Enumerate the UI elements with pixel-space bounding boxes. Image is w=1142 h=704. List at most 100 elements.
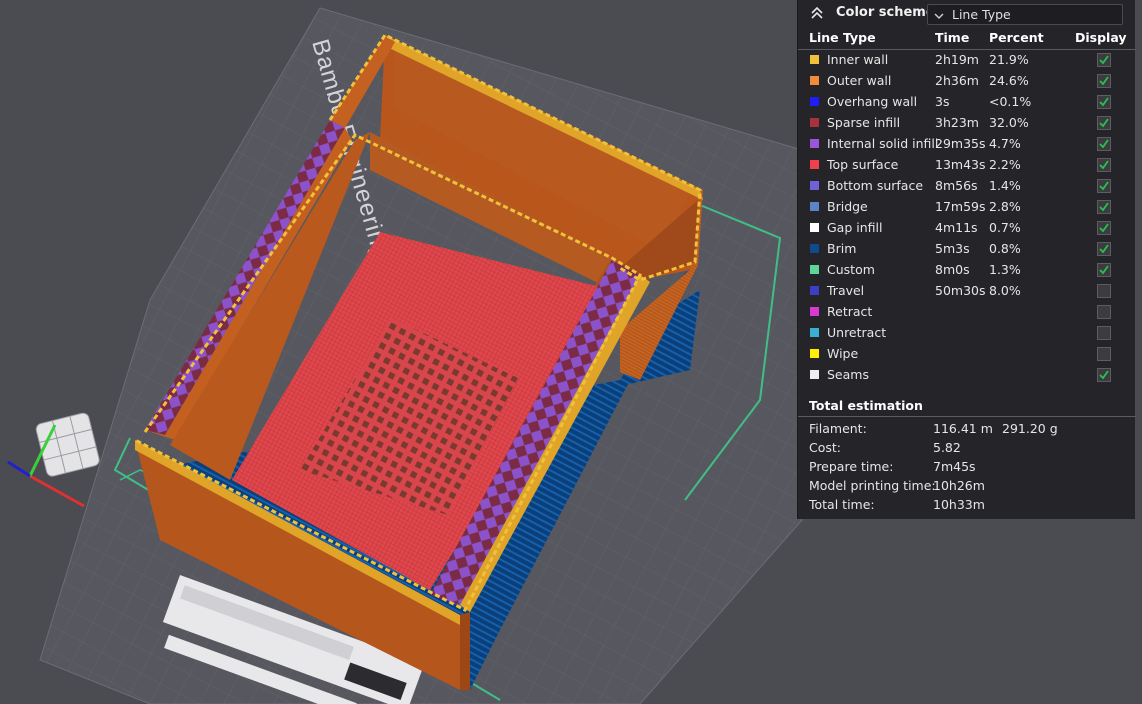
check-icon: [1099, 139, 1109, 149]
estimation-value: 7m45s: [933, 459, 976, 474]
check-icon: [1099, 265, 1109, 275]
divider: [798, 416, 1136, 417]
display-checkbox[interactable]: [1097, 305, 1111, 319]
col-line-type: Line Type: [809, 30, 876, 45]
color-swatch: [810, 370, 819, 379]
display-checkbox[interactable]: [1097, 368, 1111, 382]
display-checkbox[interactable]: [1097, 137, 1111, 151]
line-type-percent: 0.8%: [989, 241, 1021, 256]
color-swatch: [810, 349, 819, 358]
display-checkbox[interactable]: [1097, 53, 1111, 67]
estimation-row: Prepare time: 7m45s: [798, 459, 1136, 478]
line-type-percent: 2.8%: [989, 199, 1021, 214]
line-type-time: 8m0s: [935, 262, 970, 277]
estimation-row: Filament: 116.41 m 291.20 g: [798, 421, 1136, 440]
line-type-name: Inner wall: [827, 52, 889, 67]
collapse-icon[interactable]: [810, 6, 824, 20]
line-type-percent: 21.9%: [989, 52, 1029, 67]
legend-row: Custom 8m0s 1.3%: [798, 260, 1136, 281]
check-icon: [1099, 97, 1109, 107]
line-type-name: Top surface: [827, 157, 899, 172]
line-type-percent: 0.7%: [989, 220, 1021, 235]
line-type-time: 2h19m: [935, 52, 979, 67]
col-percent: Percent: [989, 30, 1044, 45]
line-type-name: Travel: [827, 283, 865, 298]
legend-row: Unretract: [798, 323, 1136, 344]
line-type-percent: 32.0%: [989, 115, 1029, 130]
color-swatch: [810, 202, 819, 211]
line-type-time: 13m43s: [935, 157, 986, 172]
legend-row: Bottom surface 8m56s 1.4%: [798, 176, 1136, 197]
legend-row: Internal solid infill 29m35s 4.7%: [798, 134, 1136, 155]
display-checkbox[interactable]: [1097, 158, 1111, 172]
check-icon: [1099, 118, 1109, 128]
line-type-name: Overhang wall: [827, 94, 918, 109]
display-checkbox[interactable]: [1097, 284, 1111, 298]
check-icon: [1099, 55, 1109, 65]
legend-row: Overhang wall 3s <0.1%: [798, 92, 1136, 113]
check-icon: [1099, 223, 1109, 233]
line-type-name: Wipe: [827, 346, 859, 361]
color-scheme-select[interactable]: Line Type: [927, 4, 1123, 25]
line-type-percent: 4.7%: [989, 136, 1021, 151]
legend-row: Wipe: [798, 344, 1136, 365]
line-type-name: Custom: [827, 262, 875, 277]
line-type-percent: <0.1%: [989, 94, 1032, 109]
legend-row: Outer wall 2h36m 24.6%: [798, 71, 1136, 92]
display-checkbox[interactable]: [1097, 179, 1111, 193]
color-swatch: [810, 328, 819, 337]
legend-panel: Color scheme Line Type Line Type Time Pe…: [797, 0, 1136, 519]
display-checkbox[interactable]: [1097, 200, 1111, 214]
chevron-down-icon: [934, 9, 944, 19]
check-icon: [1099, 202, 1109, 212]
legend-row: Travel 50m30s 8.0%: [798, 281, 1136, 302]
color-swatch: [810, 307, 819, 316]
display-checkbox[interactable]: [1097, 326, 1111, 340]
line-type-name: Unretract: [827, 325, 887, 340]
line-type-percent: 2.2%: [989, 157, 1021, 172]
legend-row: Top surface 13m43s 2.2%: [798, 155, 1136, 176]
estimation-label: Model printing time:: [809, 478, 936, 493]
legend-row: Bridge 17m59s 2.8%: [798, 197, 1136, 218]
line-type-percent: 1.3%: [989, 262, 1021, 277]
display-checkbox[interactable]: [1097, 221, 1111, 235]
color-swatch: [810, 265, 819, 274]
display-checkbox[interactable]: [1097, 242, 1111, 256]
check-icon: [1099, 76, 1109, 86]
color-scheme-value: Line Type: [952, 7, 1011, 22]
check-icon: [1099, 244, 1109, 254]
line-type-name: Seams: [827, 367, 869, 382]
display-checkbox[interactable]: [1097, 263, 1111, 277]
display-checkbox[interactable]: [1097, 95, 1111, 109]
display-checkbox[interactable]: [1097, 74, 1111, 88]
estimation-row: Total time: 10h33m: [798, 497, 1136, 516]
estimation-label: Prepare time:: [809, 459, 894, 474]
legend-row: Brim 5m3s 0.8%: [798, 239, 1136, 260]
legend-row: Seams: [798, 365, 1136, 386]
display-checkbox[interactable]: [1097, 347, 1111, 361]
color-swatch: [810, 223, 819, 232]
color-swatch: [810, 76, 819, 85]
color-scheme-header: Color scheme Line Type: [798, 0, 1136, 29]
color-swatch: [810, 55, 819, 64]
line-type-name: Bridge: [827, 199, 868, 214]
estimation-value: 10h33m: [933, 497, 985, 512]
check-icon: [1099, 160, 1109, 170]
estimation-value-secondary: 291.20 g: [1002, 421, 1058, 436]
line-type-time: 3s: [935, 94, 950, 109]
color-swatch: [810, 97, 819, 106]
display-checkbox[interactable]: [1097, 116, 1111, 130]
estimation-label: Filament:: [809, 421, 867, 436]
estimation-label: Cost:: [809, 440, 842, 455]
estimation-value: 116.41 m: [933, 421, 993, 436]
line-type-name: Retract: [827, 304, 873, 319]
legend-row: Sparse infill 3h23m 32.0%: [798, 113, 1136, 134]
check-icon: [1099, 181, 1109, 191]
estimation-value: 5.82: [933, 440, 961, 455]
estimation-value: 10h26m: [933, 478, 985, 493]
line-type-time: 17m59s: [935, 199, 986, 214]
color-swatch: [810, 118, 819, 127]
color-swatch: [810, 244, 819, 253]
legend-row: Retract: [798, 302, 1136, 323]
color-scheme-title: Color scheme: [836, 5, 935, 20]
